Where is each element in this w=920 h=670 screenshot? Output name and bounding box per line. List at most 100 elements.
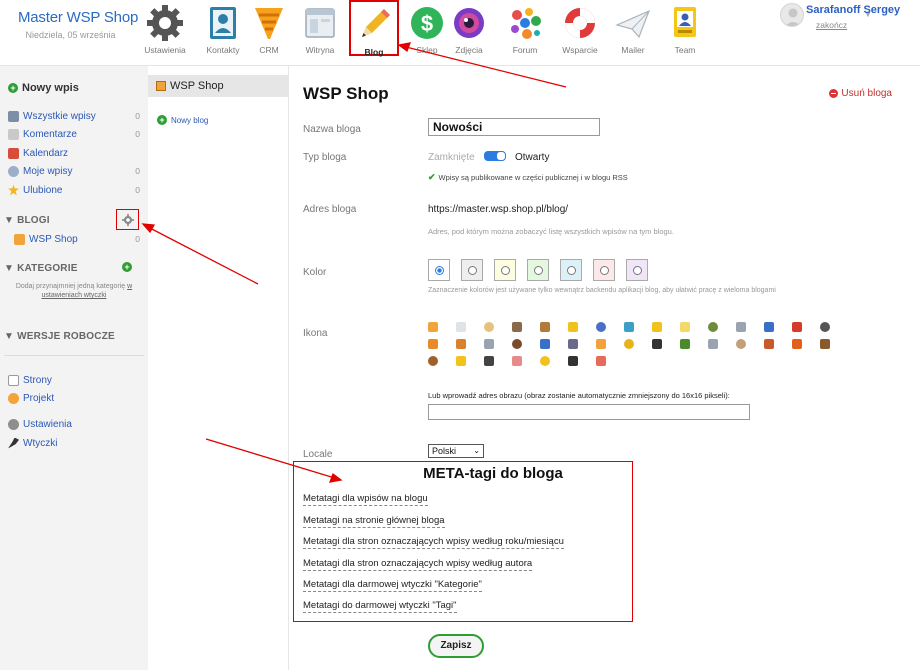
person-icon[interactable] [540,356,550,366]
phone-icon[interactable] [568,356,578,366]
blog-name-input[interactable]: Nowości [428,118,600,136]
color-radio[interactable] [467,265,477,275]
logout-link[interactable]: zakończ [816,20,847,30]
new-post-button[interactable]: + Nowy wpis [8,82,79,94]
violin-icon[interactable] [428,356,438,366]
color-swatch[interactable] [626,259,648,281]
color-radio[interactable] [500,265,510,275]
blog-settings-button[interactable] [116,209,139,230]
brand-title[interactable]: Master WSP Shop [18,9,138,26]
save-button[interactable]: Zapisz [428,634,484,658]
floppy-icon[interactable] [568,339,578,349]
pill-icon[interactable] [596,322,606,332]
sidebar-item-pages[interactable]: Strony [8,371,140,389]
hazard-icon[interactable] [624,339,634,349]
page-icon [8,374,19,386]
color-radio[interactable] [566,265,576,275]
delete-blog-button[interactable]: Usuń bloga [829,88,892,99]
sidebar-item-all-posts[interactable]: Wszystkie wpisy 0 [8,107,140,125]
color-radio[interactable] [434,265,444,275]
color-swatch[interactable] [428,259,450,281]
cross-icon[interactable] [484,339,494,349]
meta-link-author[interactable]: Metatagi dla stron oznaczających wpisy w… [303,558,533,571]
meta-link-categories[interactable]: Metatagi dla darmowej wtyczki "Kategorie… [303,579,482,592]
people-icon[interactable] [624,322,634,332]
notebook-icon[interactable] [428,322,438,332]
film-icon[interactable] [652,339,662,349]
app-mailer[interactable]: Mailer [608,0,658,56]
smile-icon[interactable] [456,356,466,366]
lightning-icon[interactable] [652,322,662,332]
blogs-section-title[interactable]: ▼ BLOGI [4,215,50,226]
color-radio[interactable] [533,265,543,275]
donut-icon[interactable] [512,356,522,366]
ball-icon[interactable] [820,322,830,332]
brand: Master WSP Shop Niedziela, 05 września [18,9,138,40]
color-radio[interactable] [632,265,642,275]
page-icon[interactable] [456,322,466,332]
blog-address[interactable]: https://master.wsp.shop.pl/blog/ [428,204,568,215]
calendar-icon[interactable] [596,356,606,366]
meta-link-tags[interactable]: Metatagi do darmowej wtyczki "Tagi" [303,600,457,613]
color-swatch[interactable] [593,259,615,281]
sidebar-item-comments[interactable]: Komentarze 0 [8,125,140,143]
apple-icon[interactable] [792,339,802,349]
app-blog[interactable]: Blog [349,0,399,57]
star-icon[interactable] [568,322,578,332]
blog-list-item-wsp-shop[interactable]: WSP Shop [148,75,289,97]
clock-icon[interactable] [428,339,438,349]
case-icon[interactable] [512,322,522,332]
drafts-section-title[interactable]: ▼ WERSJE ROBOCZE [4,331,115,342]
book-icon[interactable] [708,322,718,332]
home-icon[interactable] [764,339,774,349]
color-swatch[interactable] [527,259,549,281]
cup-icon[interactable] [736,339,746,349]
sidebar-item-blog-wsp-shop[interactable]: WSP Shop 0 [14,230,140,248]
meta-link-posts[interactable]: Metatagi dla wpisów na blogu [303,493,428,506]
type-closed-label: Zamknięte [428,152,475,163]
meta-link-homepage[interactable]: Metatagi na stronie głównej bloga [303,515,445,528]
sidebar-item-my-posts[interactable]: Moje wpisy 0 [8,162,140,180]
app-window: Master WSP Shop Niedziela, 05 września U… [0,0,920,670]
chart-icon[interactable] [736,322,746,332]
app-settings[interactable]: Ustawienia [140,0,190,56]
sidebar-item-design[interactable]: Projekt [8,389,140,407]
add-category-icon[interactable]: + [122,262,132,272]
app-crm[interactable]: CRM [244,0,294,56]
cat-icon[interactable] [512,339,522,349]
sidebar-item-favorites[interactable]: Ulubione 0 [8,181,140,199]
lock-icon[interactable] [484,322,494,332]
sidebar-item-settings[interactable]: Ustawienia [8,415,140,433]
meta-link-year-month[interactable]: Metatagi dla stron oznaczających wpisy w… [303,536,564,549]
face-icon[interactable] [456,339,466,349]
bug-icon[interactable] [680,339,690,349]
locale-select[interactable]: Polski ⌄ [428,444,484,458]
blog-type-toggle[interactable] [484,151,506,161]
soccer-icon[interactable] [484,356,494,366]
color-radio[interactable] [599,265,609,275]
app-support[interactable]: Wsparcie [555,0,605,56]
avatar[interactable] [780,3,804,27]
app-team[interactable]: Team [660,0,710,56]
color-swatch[interactable] [461,259,483,281]
cookie-icon[interactable] [596,339,606,349]
car-icon[interactable] [540,339,550,349]
app-photos[interactable]: Zdjęcia [444,0,494,56]
sidebar-item-plugins[interactable]: Wtyczki [8,434,140,452]
bulb-icon[interactable] [680,322,690,332]
app-contacts[interactable]: Kontakty [198,0,248,56]
file-icon[interactable] [764,322,774,332]
app-website[interactable]: Witryna [295,0,345,56]
user-name[interactable]: Sarafanoff Sergey [806,4,900,16]
color-swatch[interactable] [494,259,516,281]
timer-icon[interactable] [708,339,718,349]
bag-icon[interactable] [820,339,830,349]
color-swatch[interactable] [560,259,582,281]
app-forum[interactable]: Forum [500,0,550,56]
sidebar-item-calendar[interactable]: Kalendarz [8,144,140,162]
categories-section-title[interactable]: ▼ KATEGORIE [4,263,78,274]
pin-icon[interactable] [792,322,802,332]
icon-url-input[interactable] [428,404,750,420]
broom-icon[interactable] [540,322,550,332]
new-blog-button[interactable]: + Nowy blog [157,115,208,125]
